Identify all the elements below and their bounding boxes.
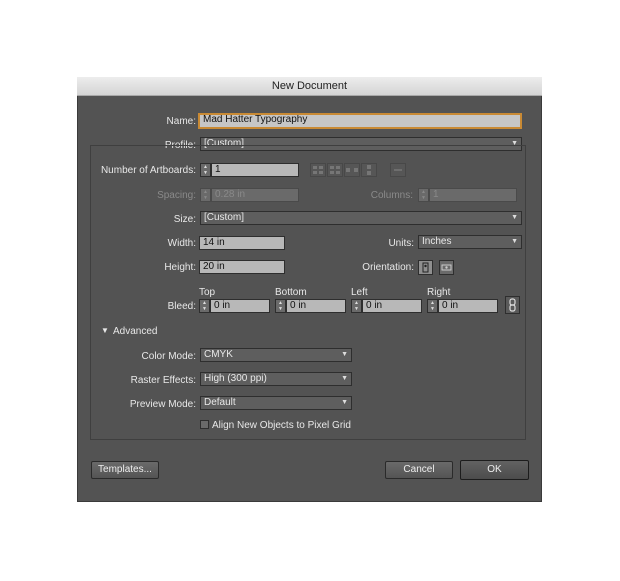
dialog-title: New Document [77,77,542,96]
bleed-bottom-label: Bottom [275,287,307,298]
orientation-label: Orientation: [362,262,414,273]
advanced-toggle[interactable]: Advanced [113,326,157,337]
bleed-top-field[interactable]: 0 in [210,299,270,313]
preview-mode-value: Default [204,397,236,408]
bleed-top-label: Top [199,287,216,298]
bleed-bottom-stepper[interactable]: ▲ ▼ [275,299,286,313]
templates-button[interactable]: Templates... [91,461,159,479]
bleed-top-stepper[interactable]: ▲ ▼ [199,299,210,313]
raster-effects-value: High (300 ppi) [204,373,267,384]
chevron-down-icon: ▼ [511,238,518,245]
align-pixel-grid-label[interactable]: Align New Objects to Pixel Grid [212,420,351,431]
bleed-left-label: Left [351,287,368,298]
units-value: Inches [422,236,452,247]
preview-mode-select[interactable]: Default ▼ [200,396,352,410]
raster-effects-label: Raster Effects: [130,375,196,386]
columns-label: Columns: [370,190,413,201]
bleed-right-stepper[interactable]: ▲ ▼ [427,299,438,313]
raster-effects-select[interactable]: High (300 ppi) ▼ [200,372,352,386]
arrange-grid-by-column-icon[interactable] [327,163,343,177]
artboards-stepper[interactable]: ▲ ▼ [200,163,211,177]
artboards-field[interactable]: 1 [211,163,299,177]
size-label: Size: [173,214,196,225]
link-bleed-icon[interactable] [505,296,520,314]
landscape-orientation-icon[interactable] [439,260,454,275]
change-to-rtl-icon[interactable] [390,163,406,177]
columns-field[interactable]: 1 [429,188,517,202]
spacing-label: Spacing: [157,190,196,201]
align-pixel-grid-checkbox[interactable] [200,420,209,429]
artboards-label: Number of Artboards: [100,165,196,176]
arrange-by-row-icon[interactable] [344,163,360,177]
height-label: Height: [164,262,196,273]
chevron-down-icon: ▼ [341,375,348,382]
name-label: Name: [166,116,196,127]
bleed-left-stepper[interactable]: ▲ ▼ [351,299,362,313]
width-field[interactable]: 14 in [199,236,285,250]
bleed-bottom-field[interactable]: 0 in [286,299,346,313]
size-select[interactable]: [Custom] ▼ [200,211,522,225]
arrange-grid-by-row-icon[interactable] [310,163,326,177]
arrange-by-column-icon[interactable] [361,163,377,177]
size-value: [Custom] [204,212,245,223]
width-label: Width: [167,238,196,249]
color-mode-select[interactable]: CMYK ▼ [200,348,352,362]
spacing-field[interactable]: 0.28 in [211,188,299,202]
bleed-right-label: Right [427,287,451,298]
cancel-button[interactable]: Cancel [385,461,453,479]
preview-mode-label: Preview Mode: [129,399,196,410]
bleed-label: Bleed: [167,301,196,312]
bleed-left-field[interactable]: 0 in [362,299,422,313]
chevron-down-icon: ▼ [511,214,518,221]
chevron-down-icon: ▼ [341,399,348,406]
disclosure-triangle-icon[interactable]: ▼ [101,326,109,335]
color-mode-label: Color Mode: [141,351,196,362]
bleed-right-field[interactable]: 0 in [438,299,498,313]
portrait-orientation-icon[interactable] [418,260,433,275]
name-field[interactable]: Mad Hatter Typography [198,113,522,129]
ok-button[interactable]: OK [460,460,529,480]
chevron-down-icon: ▼ [341,351,348,358]
units-label: Units: [388,238,414,249]
units-select[interactable]: Inches ▼ [418,235,522,249]
columns-stepper[interactable]: ▲ ▼ [418,188,429,202]
spacing-stepper[interactable]: ▲ ▼ [200,188,211,202]
color-mode-value: CMYK [204,349,233,360]
height-field[interactable]: 20 in [199,260,285,274]
